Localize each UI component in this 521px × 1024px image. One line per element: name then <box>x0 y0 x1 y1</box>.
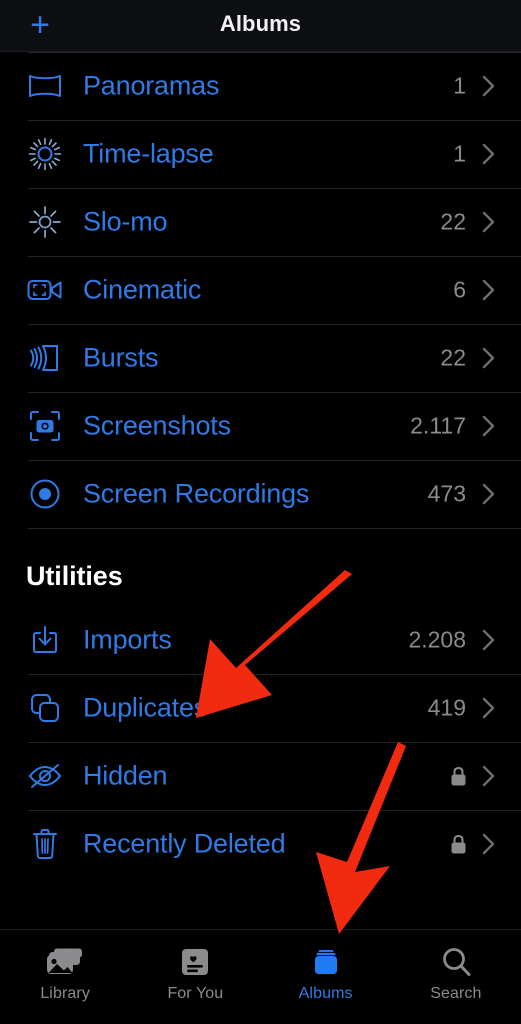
chevron-right-icon <box>482 346 496 370</box>
section-separator <box>28 528 521 529</box>
row-separator <box>28 324 521 325</box>
chevron-right-icon <box>482 832 496 856</box>
item-count: 473 <box>428 481 466 508</box>
chevron-right-icon <box>482 414 496 438</box>
bursts-layers-icon <box>26 339 64 377</box>
list-item-bursts[interactable]: Bursts 22 <box>0 324 521 392</box>
row-separator <box>28 742 521 743</box>
item-count: 1 <box>453 73 466 100</box>
item-count: 1 <box>453 141 466 168</box>
tab-label: For You <box>167 985 223 1003</box>
list-item-duplicates[interactable]: Duplicates 419 <box>0 674 521 742</box>
import-download-icon <box>26 621 64 659</box>
list-item-screen-recordings[interactable]: Screen Recordings 473 <box>0 460 521 528</box>
page-title: Albums <box>0 11 521 37</box>
list-item-cinematic[interactable]: Cinematic 6 <box>0 256 521 324</box>
timelapse-icon <box>26 135 64 173</box>
tab-label: Albums <box>299 985 353 1003</box>
row-separator <box>28 188 521 189</box>
chevron-right-icon <box>482 628 496 652</box>
chevron-right-icon <box>482 142 496 166</box>
item-count: 2.117 <box>410 413 466 440</box>
eye-slash-icon <box>26 757 64 795</box>
lock-icon <box>450 834 467 854</box>
row-separator <box>28 392 521 393</box>
albums-book-icon <box>310 945 342 979</box>
search-icon <box>440 945 472 979</box>
chevron-right-icon <box>482 210 496 234</box>
item-count: 6 <box>453 277 466 304</box>
list-item-label: Recently Deleted <box>83 829 285 860</box>
list-item-label: Bursts <box>83 343 158 374</box>
section-header-utilities: Utilities <box>0 528 521 606</box>
list-item-label: Duplicates <box>83 693 207 724</box>
list-item-label: Slo-mo <box>83 207 167 238</box>
list-item-screenshots[interactable]: Screenshots 2.117 <box>0 392 521 460</box>
panorama-icon <box>26 67 64 105</box>
chevron-right-icon <box>482 278 496 302</box>
photos-albums-screen: + Albums Panoramas 1 <box>0 0 521 1024</box>
list-item-panoramas[interactable]: Panoramas 1 <box>0 52 521 120</box>
navigation-bar: + Albums <box>0 0 521 52</box>
tab-library[interactable]: Library <box>0 930 130 1024</box>
tab-albums[interactable]: Albums <box>261 930 391 1024</box>
chevron-right-icon <box>482 764 496 788</box>
item-count: 22 <box>440 345 466 372</box>
item-count: 2.208 <box>408 627 466 654</box>
albums-list: Panoramas 1 <box>0 52 521 878</box>
cinematic-video-icon <box>26 271 64 309</box>
list-item-recently-deleted[interactable]: Recently Deleted <box>0 810 521 878</box>
list-item-label: Cinematic <box>83 275 201 306</box>
photos-stack-icon <box>45 945 85 979</box>
tab-search[interactable]: Search <box>391 930 521 1024</box>
row-separator <box>28 52 521 53</box>
record-dot-icon <box>26 475 64 513</box>
lock-icon <box>450 766 467 786</box>
list-item-slo-mo[interactable]: Slo-mo 22 <box>0 188 521 256</box>
list-item-label: Time-lapse <box>83 139 214 170</box>
trash-icon <box>26 825 64 863</box>
section-title: Utilities <box>26 561 123 592</box>
list-item-label: Panoramas <box>83 71 219 102</box>
row-separator <box>28 460 521 461</box>
duplicate-squares-icon <box>26 689 64 727</box>
row-separator <box>28 810 521 811</box>
row-separator <box>28 256 521 257</box>
tab-label: Search <box>430 985 481 1003</box>
slomo-icon <box>26 203 64 241</box>
row-separator <box>28 120 521 121</box>
list-item-label: Screen Recordings <box>83 479 309 510</box>
list-item-imports[interactable]: Imports 2.208 <box>0 606 521 674</box>
tab-label: Library <box>40 985 90 1003</box>
list-item-label: Imports <box>83 625 172 656</box>
list-item-hidden[interactable]: Hidden <box>0 742 521 810</box>
list-item-label: Hidden <box>83 761 167 792</box>
for-you-card-icon <box>180 945 210 979</box>
item-count: 22 <box>440 209 466 236</box>
chevron-right-icon <box>482 482 496 506</box>
item-count: 419 <box>428 695 466 722</box>
tab-for-you[interactable]: For You <box>130 930 260 1024</box>
list-item-time-lapse[interactable]: Time-lapse 1 <box>0 120 521 188</box>
screenshot-camera-icon <box>26 407 64 445</box>
chevron-right-icon <box>482 696 496 720</box>
list-item-label: Screenshots <box>83 411 231 442</box>
row-separator <box>28 674 521 675</box>
chevron-right-icon <box>482 74 496 98</box>
tab-bar: Library For You Albums <box>0 929 521 1024</box>
